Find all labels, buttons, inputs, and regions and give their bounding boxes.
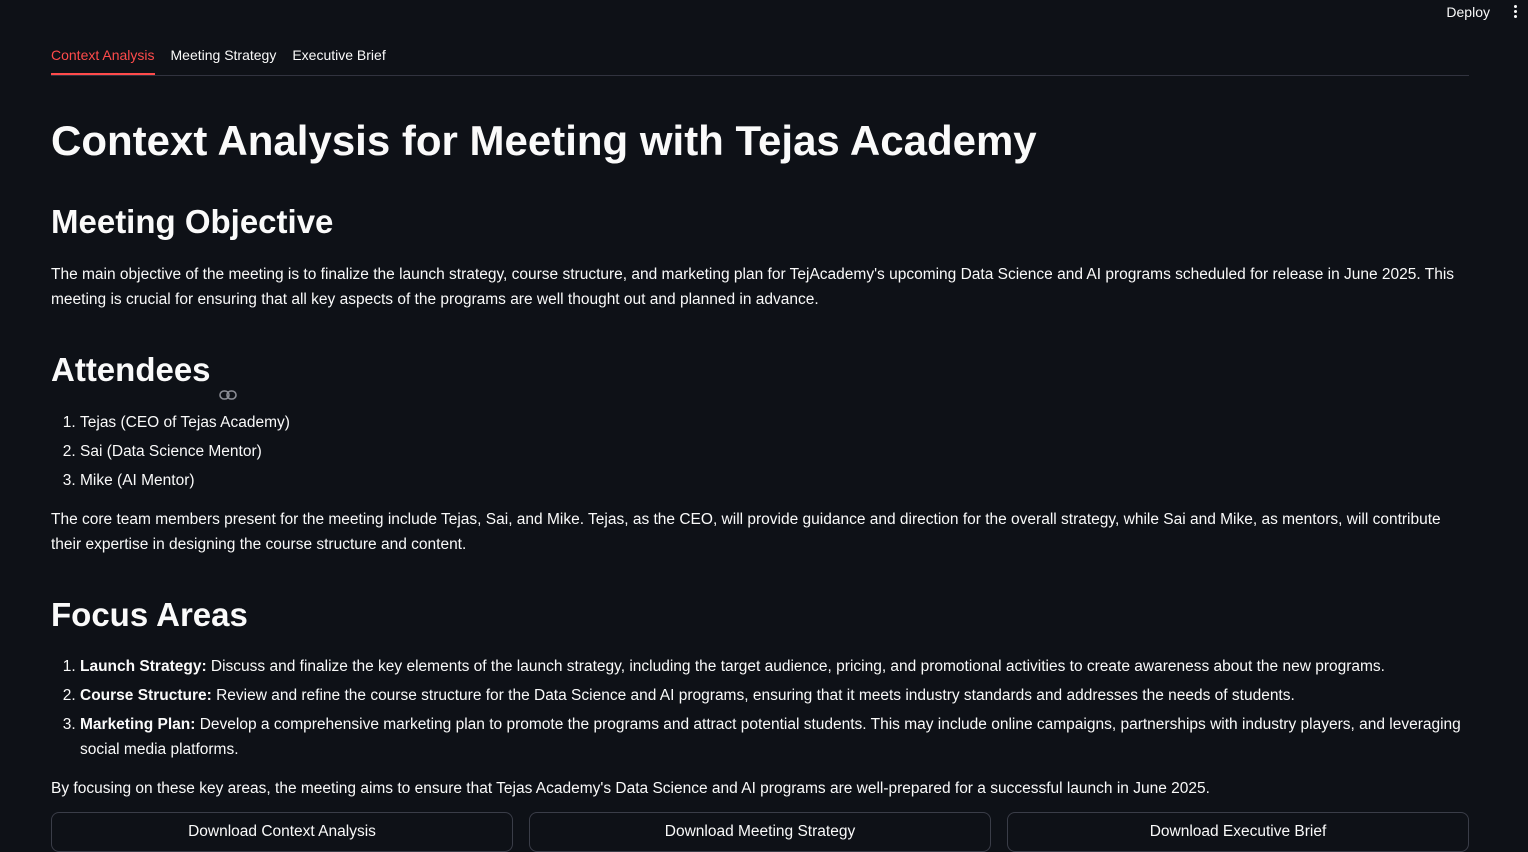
download-executive-brief-button[interactable]: Download Executive Brief — [1007, 812, 1469, 852]
focus-text: Develop a comprehensive marketing plan t… — [80, 716, 1461, 759]
attendees-list: Tejas (CEO of Tejas Academy) Sai (Data S… — [51, 410, 1469, 493]
list-item: Course Structure: Review and refine the … — [80, 683, 1469, 708]
tab-bar: Context Analysis Meeting Strategy Execut… — [51, 38, 1469, 76]
attendees-summary: The core team members present for the me… — [51, 510, 1441, 553]
tab-meeting-strategy[interactable]: Meeting Strategy — [171, 38, 277, 75]
page-title: Context Analysis for Meeting with Tejas … — [51, 117, 1037, 164]
list-item: Tejas (CEO of Tejas Academy) — [80, 410, 1469, 435]
kebab-menu-icon[interactable] — [1510, 4, 1520, 20]
focus-label: Course Structure: — [80, 687, 212, 705]
top-bar: Deploy — [0, 0, 1528, 26]
focus-list: Launch Strategy: Discuss and finalize th… — [51, 654, 1469, 762]
deploy-button[interactable]: Deploy — [1446, 4, 1490, 20]
focus-summary: By focusing on these key areas, the meet… — [51, 780, 1210, 798]
focus-heading: Focus Areas — [51, 595, 248, 633]
list-item: Mike (AI Mentor) — [80, 468, 1469, 493]
focus-text: Discuss and finalize the key elements of… — [206, 658, 1385, 676]
download-buttons-row: Download Context Analysis Download Meeti… — [51, 812, 1469, 852]
attendees-heading-row: Attendees — [51, 350, 1469, 400]
tab-context-analysis[interactable]: Context Analysis — [51, 38, 155, 75]
list-item: Sai (Data Science Mentor) — [80, 439, 1469, 464]
objective-heading: Meeting Objective — [51, 203, 334, 241]
focus-text: Review and refine the course structure f… — [211, 687, 1295, 705]
list-item: Launch Strategy: Discuss and finalize th… — [80, 654, 1469, 679]
focus-label: Launch Strategy: — [80, 658, 207, 676]
objective-text: The main objective of the meeting is to … — [51, 265, 1455, 308]
download-meeting-strategy-button[interactable]: Download Meeting Strategy — [529, 812, 991, 852]
tab-executive-brief[interactable]: Executive Brief — [292, 38, 385, 75]
download-context-analysis-button[interactable]: Download Context Analysis — [51, 812, 513, 852]
list-item: Marketing Plan: Develop a comprehensive … — [80, 712, 1469, 762]
focus-label: Marketing Plan: — [80, 716, 196, 734]
attendees-heading: Attendees — [51, 350, 211, 388]
main-content: Context Analysis Meeting Strategy Execut… — [51, 38, 1469, 801]
anchor-link-icon[interactable] — [218, 369, 237, 400]
